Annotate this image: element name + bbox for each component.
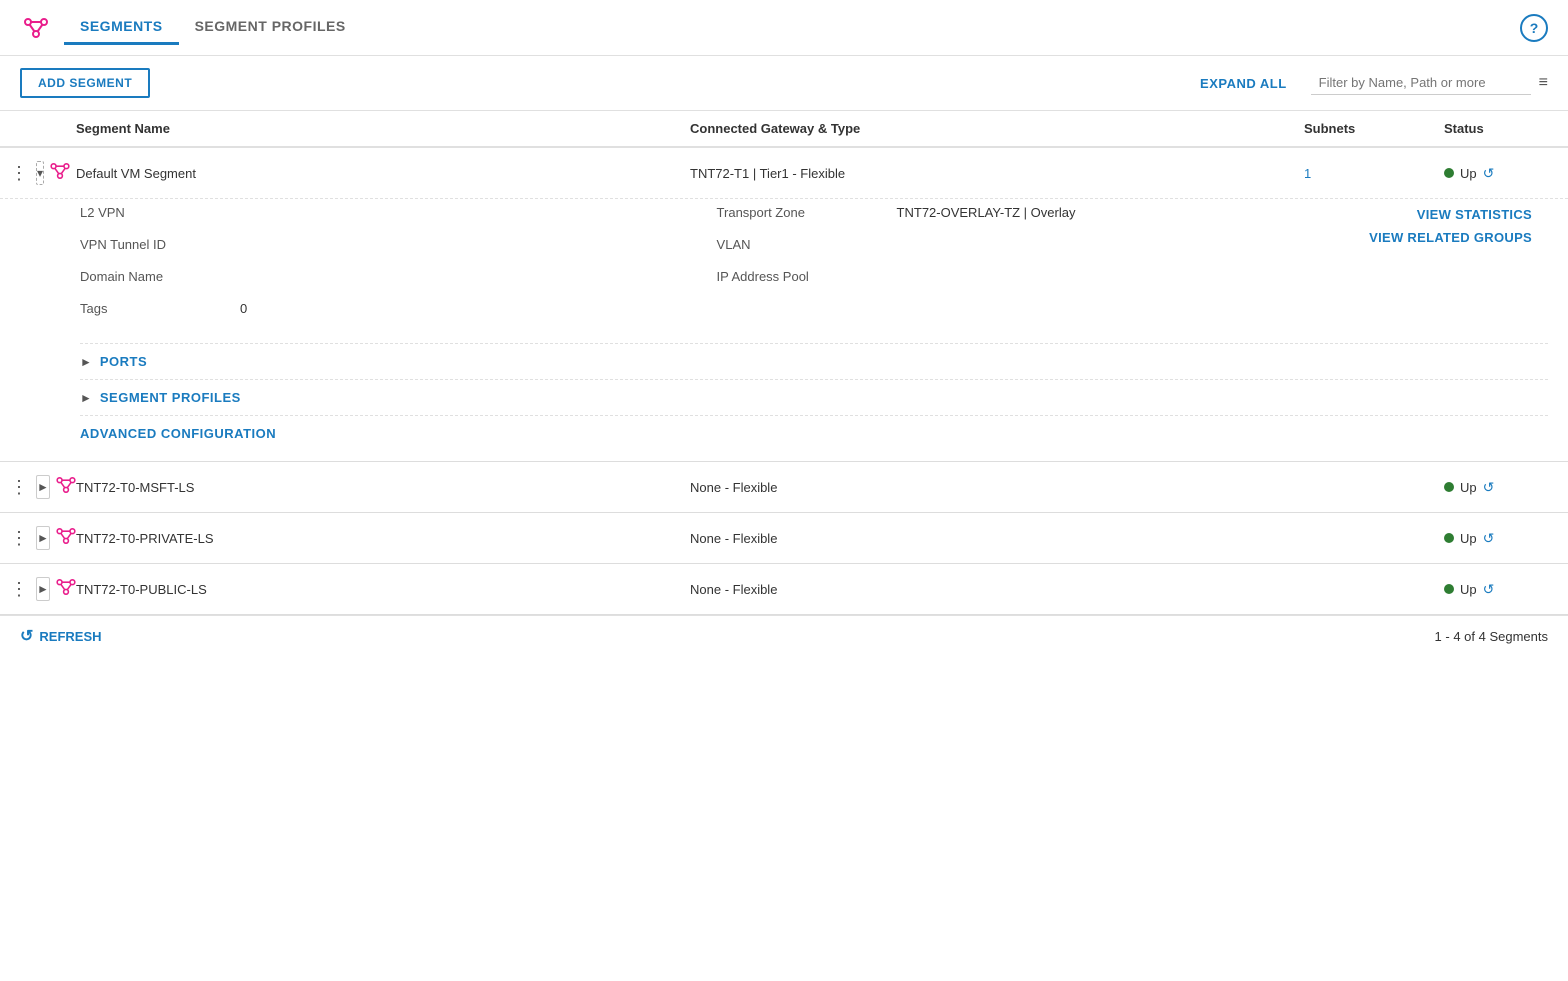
segment-gateway-1: TNT72-T1 | Tier1 - Flexible [674,166,1288,181]
segment-status-3: Up ↺ [1428,530,1568,547]
segment-name-2: TNT72-T0-MSFT-LS [60,480,674,495]
status-dot-2 [1444,482,1454,492]
tab-segment-profiles[interactable]: SEGMENT PROFILES [179,10,362,45]
row-menu-1[interactable]: ⋮ [8,161,30,186]
col-header-name: Segment Name [60,121,674,136]
status-refresh-1[interactable]: ↺ [1483,165,1495,182]
row-expand-3[interactable]: ► [36,526,50,550]
status-label-2: Up [1460,480,1477,495]
detail-l2vpn: L2 VPN [80,199,717,231]
row-menu-3[interactable]: ⋮ [8,526,30,551]
detail-domain: Domain Name [80,263,717,295]
status-dot-4 [1444,584,1454,594]
refresh-icon: ↺ [20,626,33,646]
status-label-4: Up [1460,582,1477,597]
segment-gateway-3: None - Flexible [674,531,1288,546]
row-controls-3: ⋮ ► [0,526,60,551]
row-menu-2[interactable]: ⋮ [8,475,30,500]
status-refresh-4[interactable]: ↺ [1483,581,1495,598]
detail-tags: Tags 0 [80,295,717,327]
view-statistics-link[interactable]: VIEW STATISTICS [1417,207,1532,222]
row-main-2: ⋮ ► TNT72-T0-MSFT-LS None - Flexible [0,462,1568,512]
segment-status-2: Up ↺ [1428,479,1568,496]
row-expand-1[interactable]: ▾ [36,161,44,185]
table-row: ⋮ ► TNT72-T0-PUBLIC-LS None - Flexible [0,564,1568,615]
top-nav: SEGMENTS SEGMENT PROFILES ? [0,0,1568,56]
ports-label: PORTS [100,354,147,369]
status-refresh-3[interactable]: ↺ [1483,530,1495,547]
col-header-status: Status [1428,121,1568,136]
segment-profiles-section[interactable]: ► SEGMENT PROFILES [80,380,1548,416]
detail-l2vpn-label: L2 VPN [80,205,240,220]
footer: ↺ REFRESH 1 - 4 of 4 Segments [0,615,1568,656]
detail-vpntunnel-label: VPN Tunnel ID [80,237,240,252]
adv-config-link[interactable]: ADVANCED CONFIGURATION [80,426,276,441]
detail-vlan-label: VLAN [717,237,897,252]
expand-all-button[interactable]: EXPAND ALL [1200,76,1287,91]
detail-ippool-label: IP Address Pool [717,269,897,284]
detail-tags-value: 0 [240,301,247,316]
status-refresh-2[interactable]: ↺ [1483,479,1495,496]
row-controls-2: ⋮ ► [0,475,60,500]
pagination: 1 - 4 of 4 Segments [1435,629,1548,644]
segment-status-4: Up ↺ [1428,581,1568,598]
col-header-subnets: Subnets [1288,121,1428,136]
nav-logo [20,14,52,41]
row-main-4: ⋮ ► TNT72-T0-PUBLIC-LS None - Flexible [0,564,1568,614]
row-main-3: ⋮ ► TNT72-T0-PRIVATE-LS None - Flexible [0,513,1568,563]
segment-gateway-2: None - Flexible [674,480,1288,495]
status-label-1: Up [1460,166,1477,181]
filter-icon[interactable]: ≡ [1539,74,1548,92]
ports-section[interactable]: ► PORTS [80,344,1548,380]
adv-config-section: ADVANCED CONFIGURATION [80,416,1548,445]
detail-tz-label: Transport Zone [717,205,897,220]
detail-vpntunnel: VPN Tunnel ID [80,231,717,263]
table-row: ⋮ ▾ Default VM Segment TNT72-T1 | Tier1 … [0,148,1568,462]
segment-profiles-label: SEGMENT PROFILES [100,390,241,405]
segment-name-4: TNT72-T0-PUBLIC-LS [60,582,674,597]
row-menu-4[interactable]: ⋮ [8,577,30,602]
segment-status-1: Up ↺ [1428,165,1568,182]
row-main-1: ⋮ ▾ Default VM Segment TNT72-T1 | Tier1 … [0,148,1568,198]
filter-input[interactable] [1311,71,1531,95]
segment-subnets-1: 1 [1288,166,1428,181]
detail-tags-label: Tags [80,301,240,316]
status-dot-1 [1444,168,1454,178]
segment-profiles-chevron-icon: ► [80,391,92,405]
row-actions-1: VIEW STATISTICS VIEW RELATED GROUPS [1353,199,1548,327]
detail-ippool: IP Address Pool [717,263,1354,295]
detail-vlan: VLAN [717,231,1354,263]
segment-name-1: Default VM Segment [60,166,674,181]
refresh-label: REFRESH [39,629,101,644]
detail-domain-label: Domain Name [80,269,240,284]
detail-tz-value: TNT72-OVERLAY-TZ | Overlay [897,205,1076,220]
ports-chevron-icon: ► [80,355,92,369]
help-button[interactable]: ? [1520,14,1548,42]
row-controls-4: ⋮ ► [0,577,60,602]
toolbar: ADD SEGMENT EXPAND ALL ≡ [0,56,1568,111]
status-label-3: Up [1460,531,1477,546]
tab-segments[interactable]: SEGMENTS [64,10,179,45]
subnet-link-1[interactable]: 1 [1304,166,1311,181]
table-header: Segment Name Connected Gateway & Type Su… [0,111,1568,148]
segment-gateway-4: None - Flexible [674,582,1288,597]
segment-name-3: TNT72-T0-PRIVATE-LS [60,531,674,546]
add-segment-button[interactable]: ADD SEGMENT [20,68,150,98]
row-controls-1: ⋮ ▾ [0,161,60,186]
row-expanded-1: L2 VPN VPN Tunnel ID Domain Name Tags 0 [0,198,1568,461]
nav-tabs: SEGMENTS SEGMENT PROFILES [64,10,362,45]
status-dot-3 [1444,533,1454,543]
col-header-gateway: Connected Gateway & Type [674,121,1288,136]
table-body: ⋮ ▾ Default VM Segment TNT72-T1 | Tier1 … [0,148,1568,615]
row-expand-4[interactable]: ► [36,577,50,601]
table-row: ⋮ ► TNT72-T0-PRIVATE-LS None - Flexible [0,513,1568,564]
table-row: ⋮ ► TNT72-T0-MSFT-LS None - Flexible [0,462,1568,513]
row-expand-2[interactable]: ► [36,475,50,499]
detail-tz: Transport Zone TNT72-OVERLAY-TZ | Overla… [717,199,1354,231]
view-related-groups-link[interactable]: VIEW RELATED GROUPS [1369,230,1532,245]
refresh-button[interactable]: ↺ REFRESH [20,626,102,646]
